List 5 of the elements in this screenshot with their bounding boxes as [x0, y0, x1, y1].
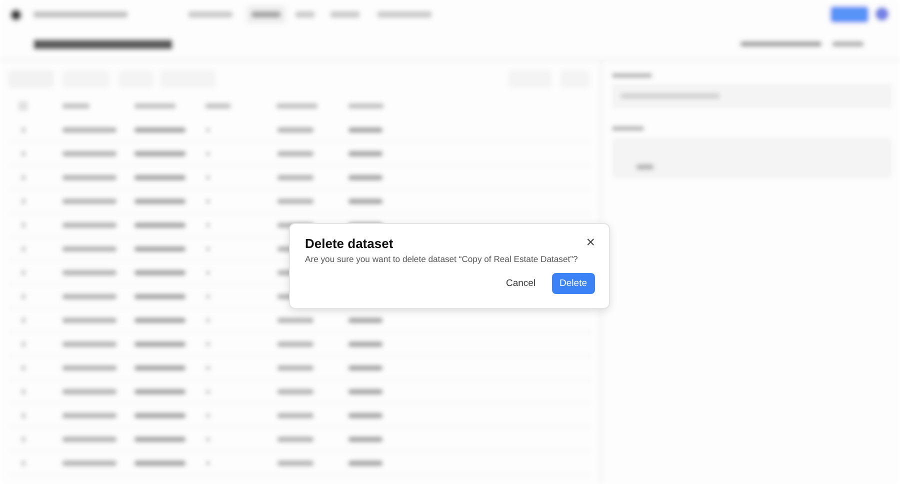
cancel-button[interactable]: Cancel [498, 273, 544, 294]
dialog-message: Are you sure you want to delete dataset “Copy of Real Estate Dataset”? [305, 254, 579, 264]
close-button[interactable]: × [582, 236, 595, 250]
delete-button[interactable]: Delete [552, 273, 595, 294]
dialog-title: Delete dataset [305, 236, 394, 252]
